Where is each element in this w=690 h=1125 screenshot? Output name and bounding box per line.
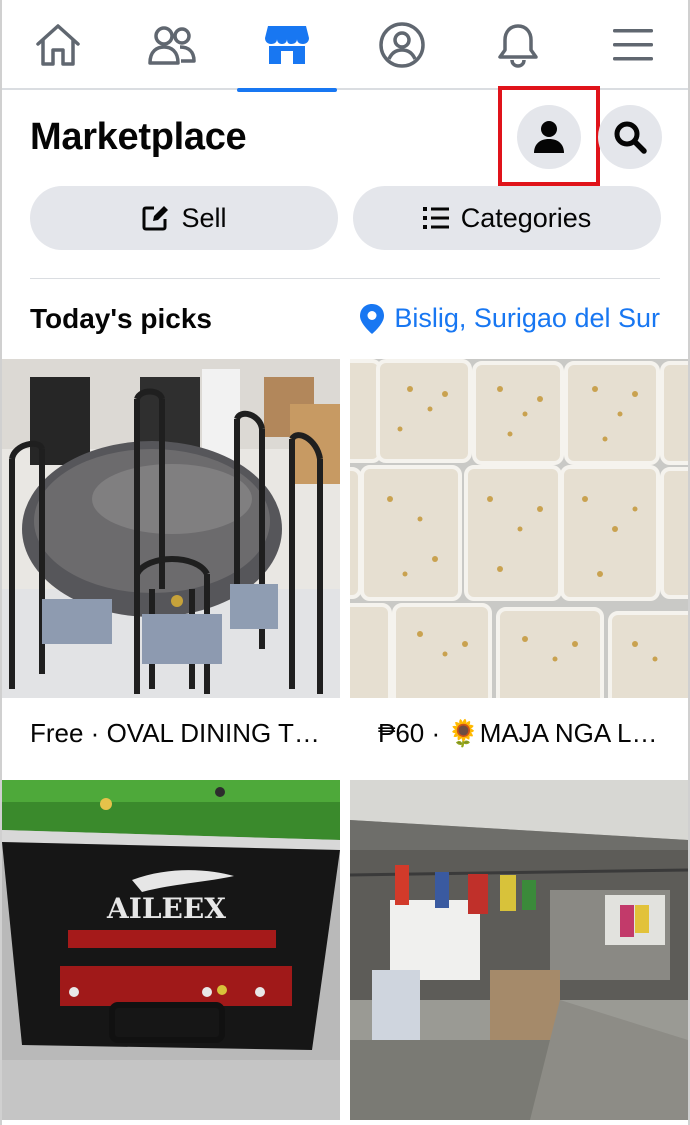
nav-marketplace[interactable] xyxy=(237,0,337,92)
highlight-box xyxy=(498,86,600,186)
page-title: Marketplace xyxy=(30,116,247,158)
sell-label: Sell xyxy=(181,202,227,233)
listing-image-dining-table[interactable] xyxy=(2,359,340,698)
nav-notifications[interactable] xyxy=(468,0,568,90)
home-icon xyxy=(36,24,80,66)
search-icon xyxy=(614,121,647,154)
nav-profile[interactable] xyxy=(352,0,452,90)
dining-table-photo xyxy=(2,359,340,698)
listing-caption[interactable]: Free · OVAL DINING T… xyxy=(30,718,330,749)
location-pin-icon xyxy=(360,303,385,334)
billiard-table-photo: AILEEX xyxy=(2,780,340,1120)
top-navigation xyxy=(0,0,690,92)
bell-icon xyxy=(498,24,538,68)
listing-image-maja[interactable] xyxy=(350,359,688,698)
todays-picks-title: Today's picks xyxy=(30,303,212,334)
svg-text:AILEEX: AILEEX xyxy=(106,892,226,925)
list-icon xyxy=(422,207,449,229)
location-label: Bislig, Surigao del Sur xyxy=(394,303,660,333)
categories-button[interactable]: Categories xyxy=(353,186,661,250)
yard-shed-photo xyxy=(350,780,688,1120)
menu-icon xyxy=(613,29,653,61)
maja-dessert-photo xyxy=(350,359,688,698)
nav-friends[interactable] xyxy=(122,0,222,90)
search-button[interactable] xyxy=(598,105,662,169)
friends-icon xyxy=(148,26,196,65)
categories-label: Categories xyxy=(460,202,592,233)
nav-home[interactable] xyxy=(8,0,108,90)
sell-button[interactable]: Sell xyxy=(30,186,338,250)
section-divider xyxy=(30,278,660,279)
listing-image-billiard[interactable]: AILEEX xyxy=(2,780,340,1120)
edit-icon xyxy=(142,206,169,231)
location-link[interactable]: Bislig, Surigao del Sur xyxy=(360,303,660,334)
listing-caption[interactable]: ₱60 · 🌻MAJA NGA L… xyxy=(378,718,668,749)
profile-icon xyxy=(379,22,425,68)
listing-image-yard[interactable] xyxy=(350,780,688,1120)
marketplace-icon xyxy=(265,26,309,64)
nav-menu[interactable] xyxy=(583,0,683,90)
